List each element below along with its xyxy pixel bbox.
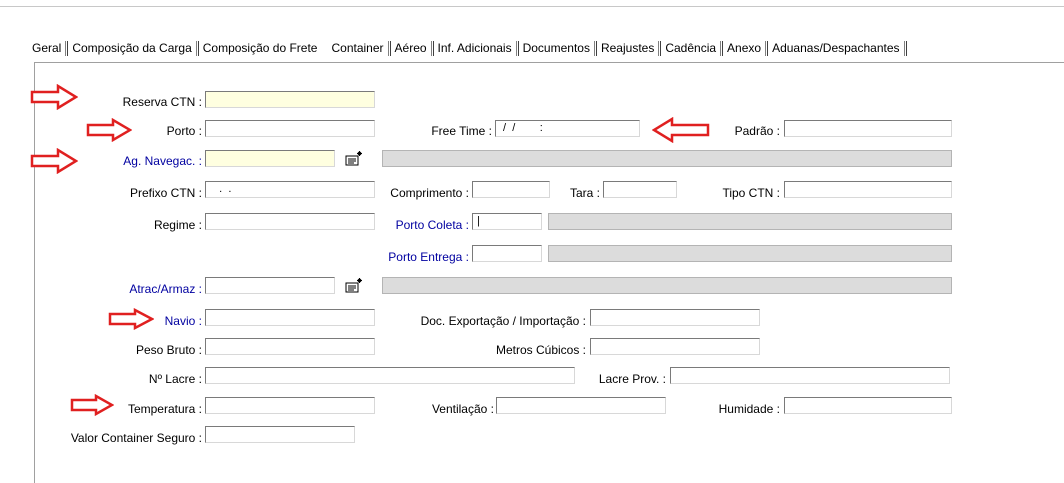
valor-container-seguro-input[interactable]	[205, 426, 355, 443]
tab-container[interactable]: Container	[327, 39, 388, 57]
lacre-prov-label: Lacre Prov. :	[598, 372, 666, 386]
tab-cadencia[interactable]: Cadência	[661, 39, 720, 57]
prefixo-ctn-input[interactable]: . .	[205, 181, 375, 198]
lookup-icon	[345, 151, 362, 166]
ventilacao-label: Ventilação :	[431, 402, 494, 416]
ag-navegac-input[interactable]	[205, 150, 335, 167]
tab-inf-adicionais[interactable]: Inf. Adicionais	[434, 39, 516, 57]
red-arrow-annotation	[70, 394, 114, 416]
red-arrow-annotation	[86, 118, 132, 142]
porto-entrega-description	[548, 245, 952, 262]
navio-input[interactable]	[205, 309, 375, 326]
porto-entrega-input[interactable]	[472, 245, 542, 262]
regime-input[interactable]	[205, 213, 375, 230]
peso-bruto-label: Peso Bruto :	[135, 343, 202, 357]
tab-reajustes[interactable]: Reajustes	[597, 39, 658, 57]
porto-coleta-label[interactable]: Porto Coleta :	[396, 218, 469, 232]
red-arrow-annotation	[30, 84, 78, 110]
metros-cubicos-label: Metros Cúbicos :	[495, 343, 586, 357]
tab-geral[interactable]: Geral	[28, 39, 65, 57]
regime-label: Regime :	[153, 218, 202, 232]
tab-bar: Geral Composição da Carga Composição do …	[28, 38, 907, 58]
temperatura-input[interactable]	[205, 397, 375, 414]
humidade-input[interactable]	[784, 397, 952, 414]
tara-input[interactable]	[603, 181, 677, 198]
padrao-label: Padrão :	[734, 124, 780, 138]
ag-navegac-description	[382, 150, 952, 167]
valor-container-seguro-label: Valor Container Seguro :	[70, 431, 202, 445]
lacre-prov-input[interactable]	[670, 367, 950, 384]
metros-cubicos-input[interactable]	[590, 338, 760, 355]
doc-exportacao-input[interactable]	[590, 309, 760, 326]
comprimento-label: Comprimento :	[390, 186, 469, 200]
porto-entrega-label[interactable]: Porto Entrega :	[388, 250, 469, 264]
porto-input[interactable]	[205, 120, 375, 137]
tipo-ctn-label: Tipo CTN :	[722, 186, 780, 200]
tab-composicao-carga[interactable]: Composição da Carga	[68, 39, 195, 57]
lacre-input[interactable]	[205, 367, 575, 384]
doc-exportacao-label: Doc. Exportação / Importação :	[420, 314, 586, 328]
atrac-armaz-description	[382, 277, 952, 294]
ag-navegac-lookup-button[interactable]	[343, 150, 365, 167]
comprimento-input[interactable]	[472, 181, 550, 198]
reserva-ctn-label: Reserva CTN :	[122, 95, 202, 109]
red-arrow-annotation	[652, 117, 710, 143]
temperatura-label: Temperatura :	[127, 402, 202, 416]
lacre-label: Nº Lacre :	[148, 372, 202, 386]
atrac-armaz-lookup-button[interactable]	[343, 277, 365, 294]
tab-aereo[interactable]: Aéreo	[391, 39, 431, 57]
free-time-label: Free Time :	[431, 124, 492, 138]
tab-anexo[interactable]: Anexo	[723, 39, 765, 57]
tab-documentos[interactable]: Documentos	[519, 39, 594, 57]
humidade-label: Humidade :	[718, 402, 780, 416]
ag-navegac-label[interactable]: Ag. Navegac. :	[123, 154, 202, 168]
navio-label[interactable]: Navio :	[165, 314, 202, 328]
porto-label: Porto :	[166, 124, 202, 138]
atrac-armaz-input[interactable]	[205, 277, 335, 294]
free-time-input[interactable]: / / :	[495, 120, 640, 137]
top-divider	[0, 6, 1064, 7]
tipo-ctn-input[interactable]	[784, 181, 952, 198]
atrac-armaz-label[interactable]: Atrac/Armaz :	[129, 282, 202, 296]
ventilacao-input[interactable]	[496, 397, 666, 414]
tab-separator	[903, 40, 907, 56]
porto-coleta-description	[548, 213, 952, 230]
tab-composicao-frete[interactable]: Composição do Frete	[199, 39, 322, 57]
reserva-ctn-input[interactable]	[205, 91, 375, 108]
red-arrow-annotation	[30, 148, 78, 174]
prefixo-ctn-label: Prefixo CTN :	[129, 186, 202, 200]
tara-label: Tara :	[569, 186, 600, 200]
lookup-icon	[345, 278, 362, 293]
red-arrow-annotation	[108, 308, 154, 330]
padrao-input[interactable]	[784, 120, 952, 137]
tab-aduanas-despachantes[interactable]: Aduanas/Despachantes	[768, 39, 903, 57]
peso-bruto-input[interactable]	[205, 338, 375, 355]
porto-coleta-input[interactable]: |	[472, 213, 542, 230]
